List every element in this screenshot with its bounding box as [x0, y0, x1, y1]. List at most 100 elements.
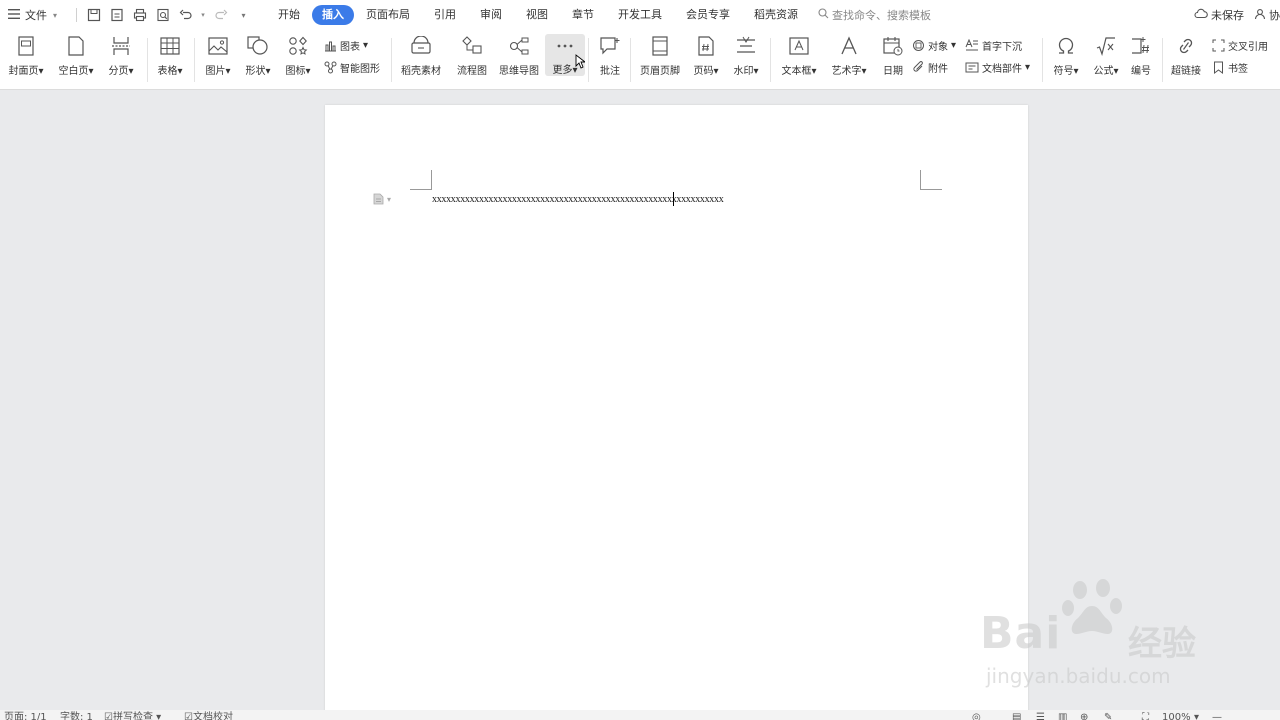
hyperlink-button[interactable]: 超链接	[1166, 34, 1206, 77]
chevron-down-icon[interactable]: ▾	[200, 7, 206, 24]
tab-page-layout[interactable]: 页面布局	[354, 5, 422, 25]
omega-icon	[1055, 34, 1077, 58]
textbox-button[interactable]: 文本框▾	[779, 34, 819, 77]
tab-developer[interactable]: 开发工具	[606, 5, 674, 25]
watermark-button[interactable]: 水印▾	[726, 34, 766, 77]
tab-review[interactable]: 审阅	[468, 5, 514, 25]
tab-view[interactable]: 视图	[514, 5, 560, 25]
wordart-icon	[838, 34, 860, 58]
table-button[interactable]: 表格▾	[150, 34, 190, 77]
word-count[interactable]: 字数: 1	[60, 712, 93, 720]
customize-toolbar-icon[interactable]: ▾	[235, 7, 252, 24]
page-number-button[interactable]: 页码▾	[686, 34, 726, 77]
picture-label: 图片	[205, 66, 226, 77]
tab-member[interactable]: 会员专享	[674, 5, 742, 25]
tab-docer[interactable]: 稻壳资源	[742, 5, 810, 25]
tab-references[interactable]: 引用	[422, 5, 468, 25]
spell-check-label: 拼写检查	[112, 712, 153, 720]
divider	[1162, 38, 1163, 82]
shape-button[interactable]: 形状▾	[238, 34, 278, 77]
user-icon	[1254, 8, 1266, 23]
checkbox-icon: ☑	[104, 712, 113, 720]
formula-button[interactable]: 公式▾	[1086, 34, 1126, 77]
doc-parts-icon	[965, 61, 979, 75]
chart-button[interactable]: 图表 ▾	[323, 38, 368, 53]
blank-page-button[interactable]: 空白页▾	[56, 34, 96, 77]
page-count[interactable]: 页面: 1/1	[4, 712, 47, 720]
smart-art-icon	[323, 61, 337, 75]
material-icon	[410, 34, 432, 58]
page-number-icon	[695, 34, 717, 58]
date-label: 日期	[883, 66, 903, 77]
divider	[391, 38, 392, 82]
web-view-icon[interactable]: ⊕	[1080, 712, 1088, 720]
unsaved-status[interactable]: 未保存	[1194, 7, 1244, 23]
docer-material-button[interactable]: 稻壳素材	[401, 34, 441, 77]
attachment-button[interactable]: 附件	[911, 60, 948, 75]
cloud-icon	[1194, 8, 1208, 22]
export-pdf-icon[interactable]	[108, 7, 125, 24]
print-icon[interactable]	[131, 7, 148, 24]
divider	[194, 38, 195, 82]
comment-button[interactable]: 批注	[590, 34, 630, 77]
symbol-button[interactable]: 符号▾	[1046, 34, 1086, 77]
cover-page-button[interactable]: 封面页▾	[6, 34, 46, 77]
cross-reference-button[interactable]: 交叉引用	[1211, 38, 1268, 53]
spell-check-toggle[interactable]: ☑拼写检查 ▾	[104, 712, 161, 720]
fit-page-icon[interactable]: ⛶	[1142, 712, 1149, 720]
mindmap-button[interactable]: 思维导图	[499, 34, 539, 77]
chevron-down-icon: ▾	[363, 40, 369, 51]
collaborate-button[interactable]: 协	[1254, 7, 1280, 23]
symbol-label: 符号	[1053, 66, 1074, 77]
divider	[630, 38, 631, 82]
zoom-level[interactable]: 100%	[1162, 712, 1191, 720]
redo-icon[interactable]	[212, 7, 229, 24]
icon-library-label: 图标	[285, 66, 306, 77]
smart-art-button[interactable]: 智能图形	[323, 60, 380, 75]
doc-proof-label: 文档校对	[192, 712, 233, 720]
document-text[interactable]: xxxxxxxxxxxxxxxxxxxxxxxxxxxxxxxxxxxxxxxx…	[432, 194, 724, 205]
mouse-cursor-icon	[575, 54, 587, 72]
wordart-label: 艺术字	[831, 66, 862, 77]
margin-corner-mark	[920, 170, 942, 190]
drop-cap-button[interactable]: 首字下沉	[965, 38, 1022, 53]
mindmap-icon	[508, 34, 530, 58]
eye-protect-icon[interactable]: ◎	[972, 712, 981, 720]
header-footer-button[interactable]: 页眉页脚	[640, 34, 680, 77]
save-icon[interactable]	[85, 7, 102, 24]
watermark-url: jingyan.baidu.com	[986, 664, 1171, 688]
tab-home[interactable]: 开始	[266, 5, 312, 25]
chevron-down-icon[interactable]: ▾	[1194, 712, 1199, 720]
page-break-button[interactable]: 分页▾	[101, 34, 141, 77]
ribbon-tabs: 开始 插入 页面布局 引用 审阅 视图 章节 开发工具 会员专享 稻壳资源	[266, 5, 810, 25]
paw-logo-icon	[1062, 579, 1122, 634]
undo-icon[interactable]	[177, 7, 194, 24]
flowchart-button[interactable]: 流程图	[452, 34, 492, 77]
file-menu-label: 文件	[25, 9, 47, 22]
zoom-out-button[interactable]: —	[1212, 712, 1222, 720]
object-button[interactable]: 对象 ▾	[911, 38, 956, 53]
command-search[interactable]: 查找命令、搜索模板	[818, 7, 931, 23]
doc-proof-toggle[interactable]: ☑文档校对	[184, 712, 233, 720]
numbering-button[interactable]: 编号	[1121, 34, 1161, 77]
wordart-button[interactable]: 艺术字▾	[829, 34, 869, 77]
icon-library-button[interactable]: 图标▾	[278, 34, 318, 77]
date-button[interactable]: 日期	[873, 34, 913, 77]
paragraph-layout-icon[interactable]: ▾	[373, 193, 391, 205]
outline-view-icon[interactable]: ☰	[1036, 712, 1045, 720]
tab-insert[interactable]: 插入	[312, 5, 354, 25]
document-page[interactable]: ▾ xxxxxxxxxxxxxxxxxxxxxxxxxxxxxxxxxxxxxx…	[325, 105, 1028, 715]
reading-view-icon[interactable]: ▥	[1058, 712, 1067, 720]
doc-parts-button[interactable]: 文档部件 ▾	[965, 60, 1030, 75]
picture-button[interactable]: 图片▾	[198, 34, 238, 77]
tab-sections[interactable]: 章节	[560, 5, 606, 25]
pen-icon[interactable]: ✎	[1104, 712, 1112, 720]
collaborate-label: 协	[1269, 9, 1280, 22]
page-view-icon[interactable]: ▤	[1012, 712, 1021, 720]
file-menu-button[interactable]: 文件 ▾	[0, 7, 70, 23]
print-preview-icon[interactable]	[154, 7, 171, 24]
margin-corner-mark	[410, 170, 432, 190]
doc-parts-label: 文档部件	[982, 64, 1022, 75]
bookmark-button[interactable]: 书签	[1211, 60, 1248, 75]
blank-page-icon	[65, 34, 87, 58]
